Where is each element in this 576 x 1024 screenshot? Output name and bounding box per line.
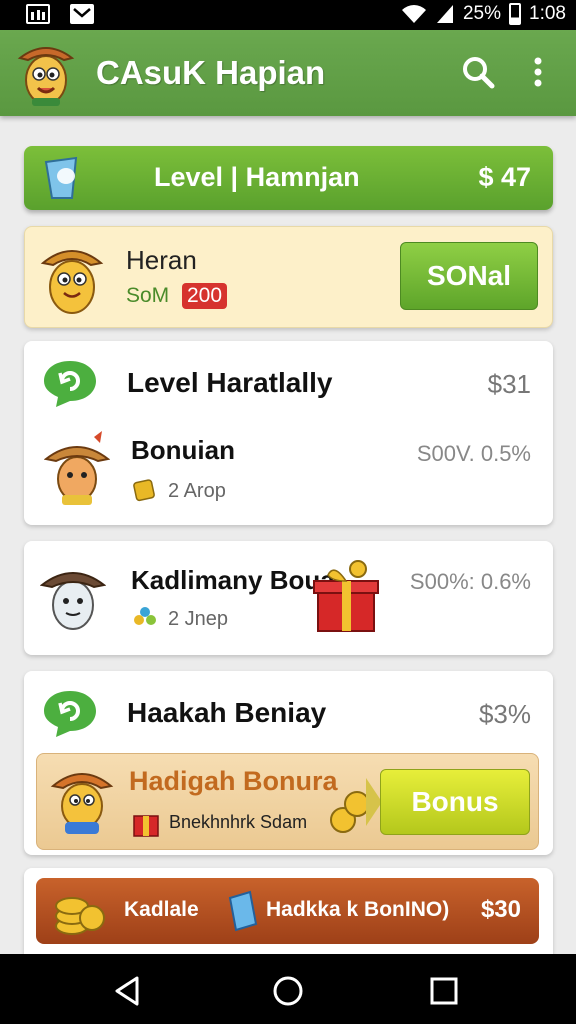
mascot-logo-icon xyxy=(17,47,75,106)
notification-mail-icon xyxy=(70,4,94,24)
coin-box-icon xyxy=(133,479,155,502)
level-banner[interactable]: Level | Hamnjan $ 47 xyxy=(24,146,553,210)
mascot-bonus-avatar-icon xyxy=(50,773,114,834)
haak-section-card: Haakah Beniay $3% Hadigah Bonura Bnekhnh… xyxy=(24,671,553,855)
level-row-meta: 2 Arop xyxy=(168,480,226,502)
search-icon[interactable] xyxy=(460,54,496,90)
hero-badge: 200 xyxy=(182,283,228,309)
more-vert-icon[interactable] xyxy=(520,54,556,90)
mascot-avatar-icon xyxy=(40,250,104,314)
bonus-button[interactable]: Bonus xyxy=(380,769,530,835)
level-banner-amount: $ 47 xyxy=(478,162,531,192)
app-title: CAsuK Hapian xyxy=(96,54,326,91)
purchase-price: $30 xyxy=(480,896,521,923)
bonus-strip-title: Hadigah Bonura xyxy=(129,766,338,796)
hero-action-button[interactable]: SONal xyxy=(400,242,538,310)
battery-percent: 25% xyxy=(462,3,502,24)
hero-name: Heran xyxy=(126,245,197,275)
purchase-card: Kadlale Hadkka k BonINO) $30 xyxy=(24,868,553,968)
haak-section-title: Haakah Beniay xyxy=(127,697,327,728)
notification-calendar-icon xyxy=(26,4,50,24)
gift-box-icon xyxy=(313,560,379,632)
system-nav-bar xyxy=(0,954,576,1024)
recents-icon[interactable] xyxy=(427,974,461,1008)
bonus-row-percent: S00%: 0.6% xyxy=(409,569,531,594)
coin-stack-icon xyxy=(55,897,105,935)
haak-section-amount: $3% xyxy=(478,699,531,729)
level-row-percent: S00V. 0.5% xyxy=(416,441,531,466)
clock: 1:08 xyxy=(529,3,566,24)
cup-icon xyxy=(44,156,78,199)
purchase-label-left: Kadlale xyxy=(124,898,199,921)
wifi-icon xyxy=(401,5,426,23)
bonus-row-card[interactable]: Kadlimany Boua 2 Jnep S00%: 0.6% xyxy=(24,541,553,655)
hero-sub-label: SoM xyxy=(126,284,170,307)
chat-refresh-icon xyxy=(44,691,96,737)
app-bar: CAsuK Hapian xyxy=(0,30,576,116)
bonus-row-name: Kadlimany Boua xyxy=(131,565,335,595)
signal-icon xyxy=(436,5,453,23)
cowboy-avatar-icon xyxy=(44,431,110,505)
level-section-title: Level Haratlally xyxy=(127,367,333,398)
level-banner-title: Level | Hamnjan xyxy=(154,162,360,192)
crystal-box-icon xyxy=(228,890,258,932)
purchase-strip[interactable]: Kadlale Hadkka k BonINO) $30 xyxy=(36,878,539,944)
bonus-strip-sub-label: Bnekhnhrk Sdam xyxy=(169,812,308,832)
clover-icon xyxy=(134,607,156,625)
gift-small-icon xyxy=(133,815,159,837)
bonus-row-meta: 2 Jnep xyxy=(168,608,229,630)
ghost-cowboy-avatar-icon xyxy=(40,572,106,630)
back-icon[interactable] xyxy=(111,974,145,1008)
purchase-label-right: Hadkka k BonINO) xyxy=(266,898,450,921)
bonus-promo-strip[interactable]: Hadigah Bonura Bnekhnhrk Sdam Bonus xyxy=(36,753,539,850)
hero-card: Heran SoM 200 SONal xyxy=(24,226,553,328)
chat-refresh-icon xyxy=(44,361,96,407)
level-section-amount: $31 xyxy=(487,369,531,399)
home-icon[interactable] xyxy=(271,974,305,1008)
status-bar: 25% 1:08 xyxy=(0,0,576,30)
level-row-name: Bonuian xyxy=(131,435,235,465)
battery-icon xyxy=(509,3,522,25)
level-section-card: Level Haratlally $31 Bonuian 2 Arop S00V… xyxy=(24,341,553,525)
